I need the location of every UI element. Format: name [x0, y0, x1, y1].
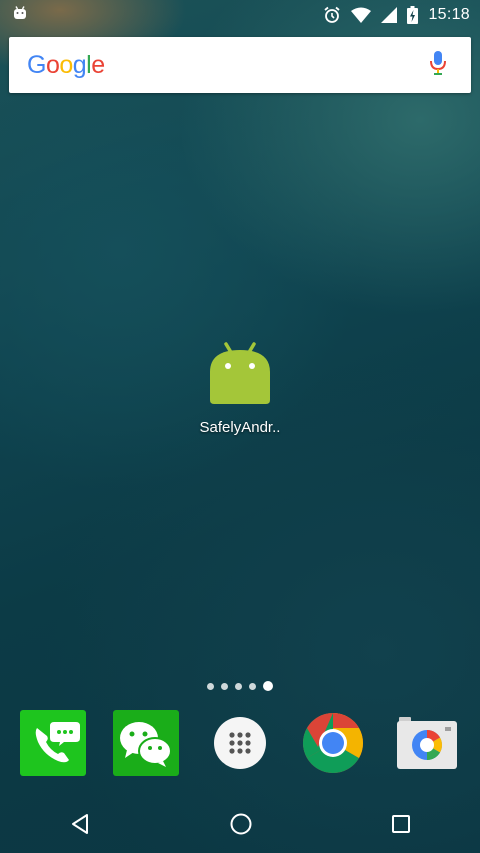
android-notification-icon [12, 5, 28, 25]
navigation-bar [0, 799, 480, 853]
wifi-icon [351, 7, 372, 23]
app-label: SafelyAndr.. [199, 419, 281, 436]
home-button[interactable] [229, 812, 253, 841]
camera-app[interactable] [394, 712, 460, 778]
app-drawer-icon [213, 716, 267, 775]
app-shortcut-safelyandroid[interactable]: SafelyAndr.. [190, 340, 290, 436]
mic-icon[interactable] [429, 50, 447, 81]
page-dot-active [263, 681, 273, 691]
back-button[interactable] [68, 812, 92, 841]
recents-button[interactable] [390, 813, 412, 840]
battery-charging-icon [407, 6, 419, 24]
page-dot [221, 682, 228, 690]
page-indicator [0, 681, 480, 691]
wechat-app[interactable] [113, 709, 179, 781]
chrome-icon [302, 712, 364, 779]
google-logo: Google [27, 50, 105, 79]
phone-icon [20, 709, 86, 781]
wechat-icon [113, 709, 179, 781]
dock [0, 709, 480, 781]
page-dot [235, 682, 242, 690]
chrome-app[interactable] [300, 712, 366, 778]
android-app-icon [208, 340, 272, 409]
signal-icon [381, 7, 398, 23]
google-search-bar[interactable]: Google [9, 37, 471, 93]
page-dot [249, 682, 256, 690]
clock: 15:18 [428, 6, 470, 23]
alarm-icon [323, 6, 341, 24]
camera-icon [395, 715, 459, 776]
app-drawer-button[interactable] [207, 712, 273, 778]
status-bar: 15:18 [0, 0, 480, 30]
phone-app[interactable] [20, 709, 86, 781]
page-dot [207, 682, 214, 690]
